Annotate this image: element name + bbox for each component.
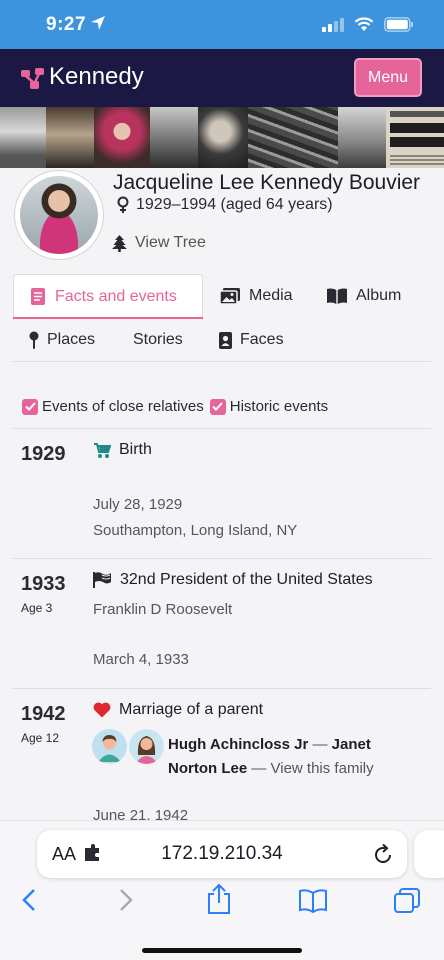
event-title-row: 32nd President of the United States: [93, 571, 373, 589]
event-age: Age 12: [21, 731, 60, 745]
back-icon[interactable]: [21, 887, 37, 913]
tab-places[interactable]: Places: [29, 331, 95, 349]
tab-label: Faces: [240, 331, 284, 348]
event-title-row: Marriage of a parent: [93, 701, 263, 719]
heart-icon: [93, 702, 111, 718]
event-title: Birth: [119, 441, 152, 458]
family-avatars: [92, 729, 164, 764]
event-year: 1933: [21, 573, 66, 595]
banner-photo: [198, 107, 248, 168]
event-item: 1933 Age 3 32nd President of the United …: [13, 558, 431, 688]
tab-label: Facts and events: [55, 287, 177, 305]
bookmarks-icon[interactable]: [298, 889, 328, 913]
app-header: Kennedy Menu: [0, 49, 444, 107]
event-item: 1929 Birth July 28, 1929 Southampton, Lo…: [13, 428, 431, 558]
tree-icon: [112, 234, 127, 252]
parent-name[interactable]: Hugh Achincloss Jr: [168, 736, 308, 753]
tab-label: Stories: [133, 331, 183, 348]
tab-label: Album: [356, 287, 402, 304]
close-relatives-checkbox[interactable]: [22, 398, 38, 415]
status-time: 9:27: [46, 14, 87, 35]
active-tab-indicator: [13, 317, 203, 319]
event-item: 1942 Age 12 Marriage of a parent Hugh Ac…: [13, 688, 431, 828]
tabs-icon[interactable]: [393, 887, 421, 915]
banner-newspaper: [386, 107, 444, 168]
image-icon: [220, 288, 240, 304]
event-title: Marriage of a parent: [119, 701, 264, 718]
stroller-icon: [94, 442, 111, 458]
cellular-signal-icon: [322, 17, 344, 32]
document-icon: [31, 288, 45, 305]
event-detail: Franklin D Roosevelt: [93, 601, 233, 618]
male-avatar[interactable]: [92, 729, 127, 764]
view-tree-link[interactable]: View Tree: [112, 234, 206, 252]
banner-photo: [46, 107, 94, 168]
separator: —: [308, 736, 332, 753]
family-description: Hugh Achincloss Jr — Janet Norton Lee — …: [168, 733, 408, 781]
tab-media[interactable]: Media: [220, 274, 293, 318]
event-place[interactable]: Southampton, Long Island, NY: [93, 522, 297, 539]
primary-tabs: Facts and events Media Album: [13, 274, 431, 320]
next-tab-preview[interactable]: [414, 830, 444, 878]
event-date: March 4, 1933: [93, 651, 189, 668]
female-avatar[interactable]: [129, 729, 164, 764]
checkmark-icon: [24, 402, 36, 411]
close-relatives-label[interactable]: Events of close relatives: [42, 398, 204, 415]
tab-label: Places: [47, 331, 96, 348]
lifespan-text: 1929–1994 (aged 64 years): [136, 196, 333, 213]
checkmark-icon: [212, 402, 223, 411]
status-indicators: [322, 17, 414, 32]
view-tree-label: View Tree: [135, 234, 206, 251]
tab-faces[interactable]: Faces: [219, 331, 284, 349]
address-bar[interactable]: AA 172.19.210.34: [37, 830, 407, 878]
event-title: 32nd President of the United States: [120, 571, 373, 588]
event-year: 1942: [21, 703, 66, 725]
reload-icon[interactable]: [373, 843, 393, 865]
view-family-link[interactable]: View this family: [271, 760, 374, 777]
banner-photo: [338, 107, 386, 168]
banner-photo: [94, 107, 150, 168]
person-name: Jacqueline Lee Kennedy Bouvier: [113, 171, 421, 194]
historic-events-label[interactable]: Historic events: [230, 398, 328, 415]
female-icon: [117, 196, 129, 213]
brand-name[interactable]: Kennedy: [49, 63, 144, 91]
female-avatar-icon: [129, 729, 164, 764]
home-indicator: [142, 948, 302, 953]
banner-photo: [248, 107, 338, 168]
book-icon: [327, 288, 347, 304]
tab-stories[interactable]: Stories: [133, 331, 183, 349]
event-title-row: Birth: [93, 441, 152, 459]
menu-button[interactable]: Menu: [354, 58, 422, 97]
pin-icon: [29, 331, 39, 349]
event-filters: Events of close relatives Historic event…: [22, 398, 328, 415]
flag-icon: [93, 572, 111, 588]
contact-icon: [219, 331, 232, 349]
wifi-icon: [354, 17, 374, 31]
lifespan-row: 1929–1994 (aged 64 years): [116, 196, 333, 214]
banner-photo: [150, 107, 198, 168]
profile-avatar[interactable]: [14, 170, 104, 260]
photo-banner: [0, 107, 444, 168]
browser-toolbar: AA 172.19.210.34: [0, 820, 444, 960]
banner-photo: [0, 107, 46, 168]
location-arrow-icon: [91, 16, 105, 30]
tab-facts-and-events[interactable]: Facts and events: [13, 274, 203, 318]
male-avatar-icon: [92, 729, 127, 764]
family-tree-logo-icon: [21, 68, 44, 89]
event-date: July 28, 1929: [93, 496, 183, 513]
forward-icon[interactable]: [118, 887, 134, 913]
tab-label: Media: [249, 287, 293, 304]
status-bar: 9:27: [0, 0, 444, 49]
event-age: Age 3: [21, 601, 53, 615]
share-icon[interactable]: [206, 883, 232, 915]
battery-icon: [384, 17, 413, 32]
historic-events-checkbox[interactable]: [209, 398, 226, 415]
separator: —: [247, 760, 271, 777]
profile-photo: [20, 176, 98, 254]
secondary-tabs: Places Stories Faces: [13, 320, 431, 362]
url-text[interactable]: 172.19.210.34: [37, 843, 407, 865]
tab-album[interactable]: Album: [327, 274, 401, 318]
event-year: 1929: [21, 443, 66, 465]
